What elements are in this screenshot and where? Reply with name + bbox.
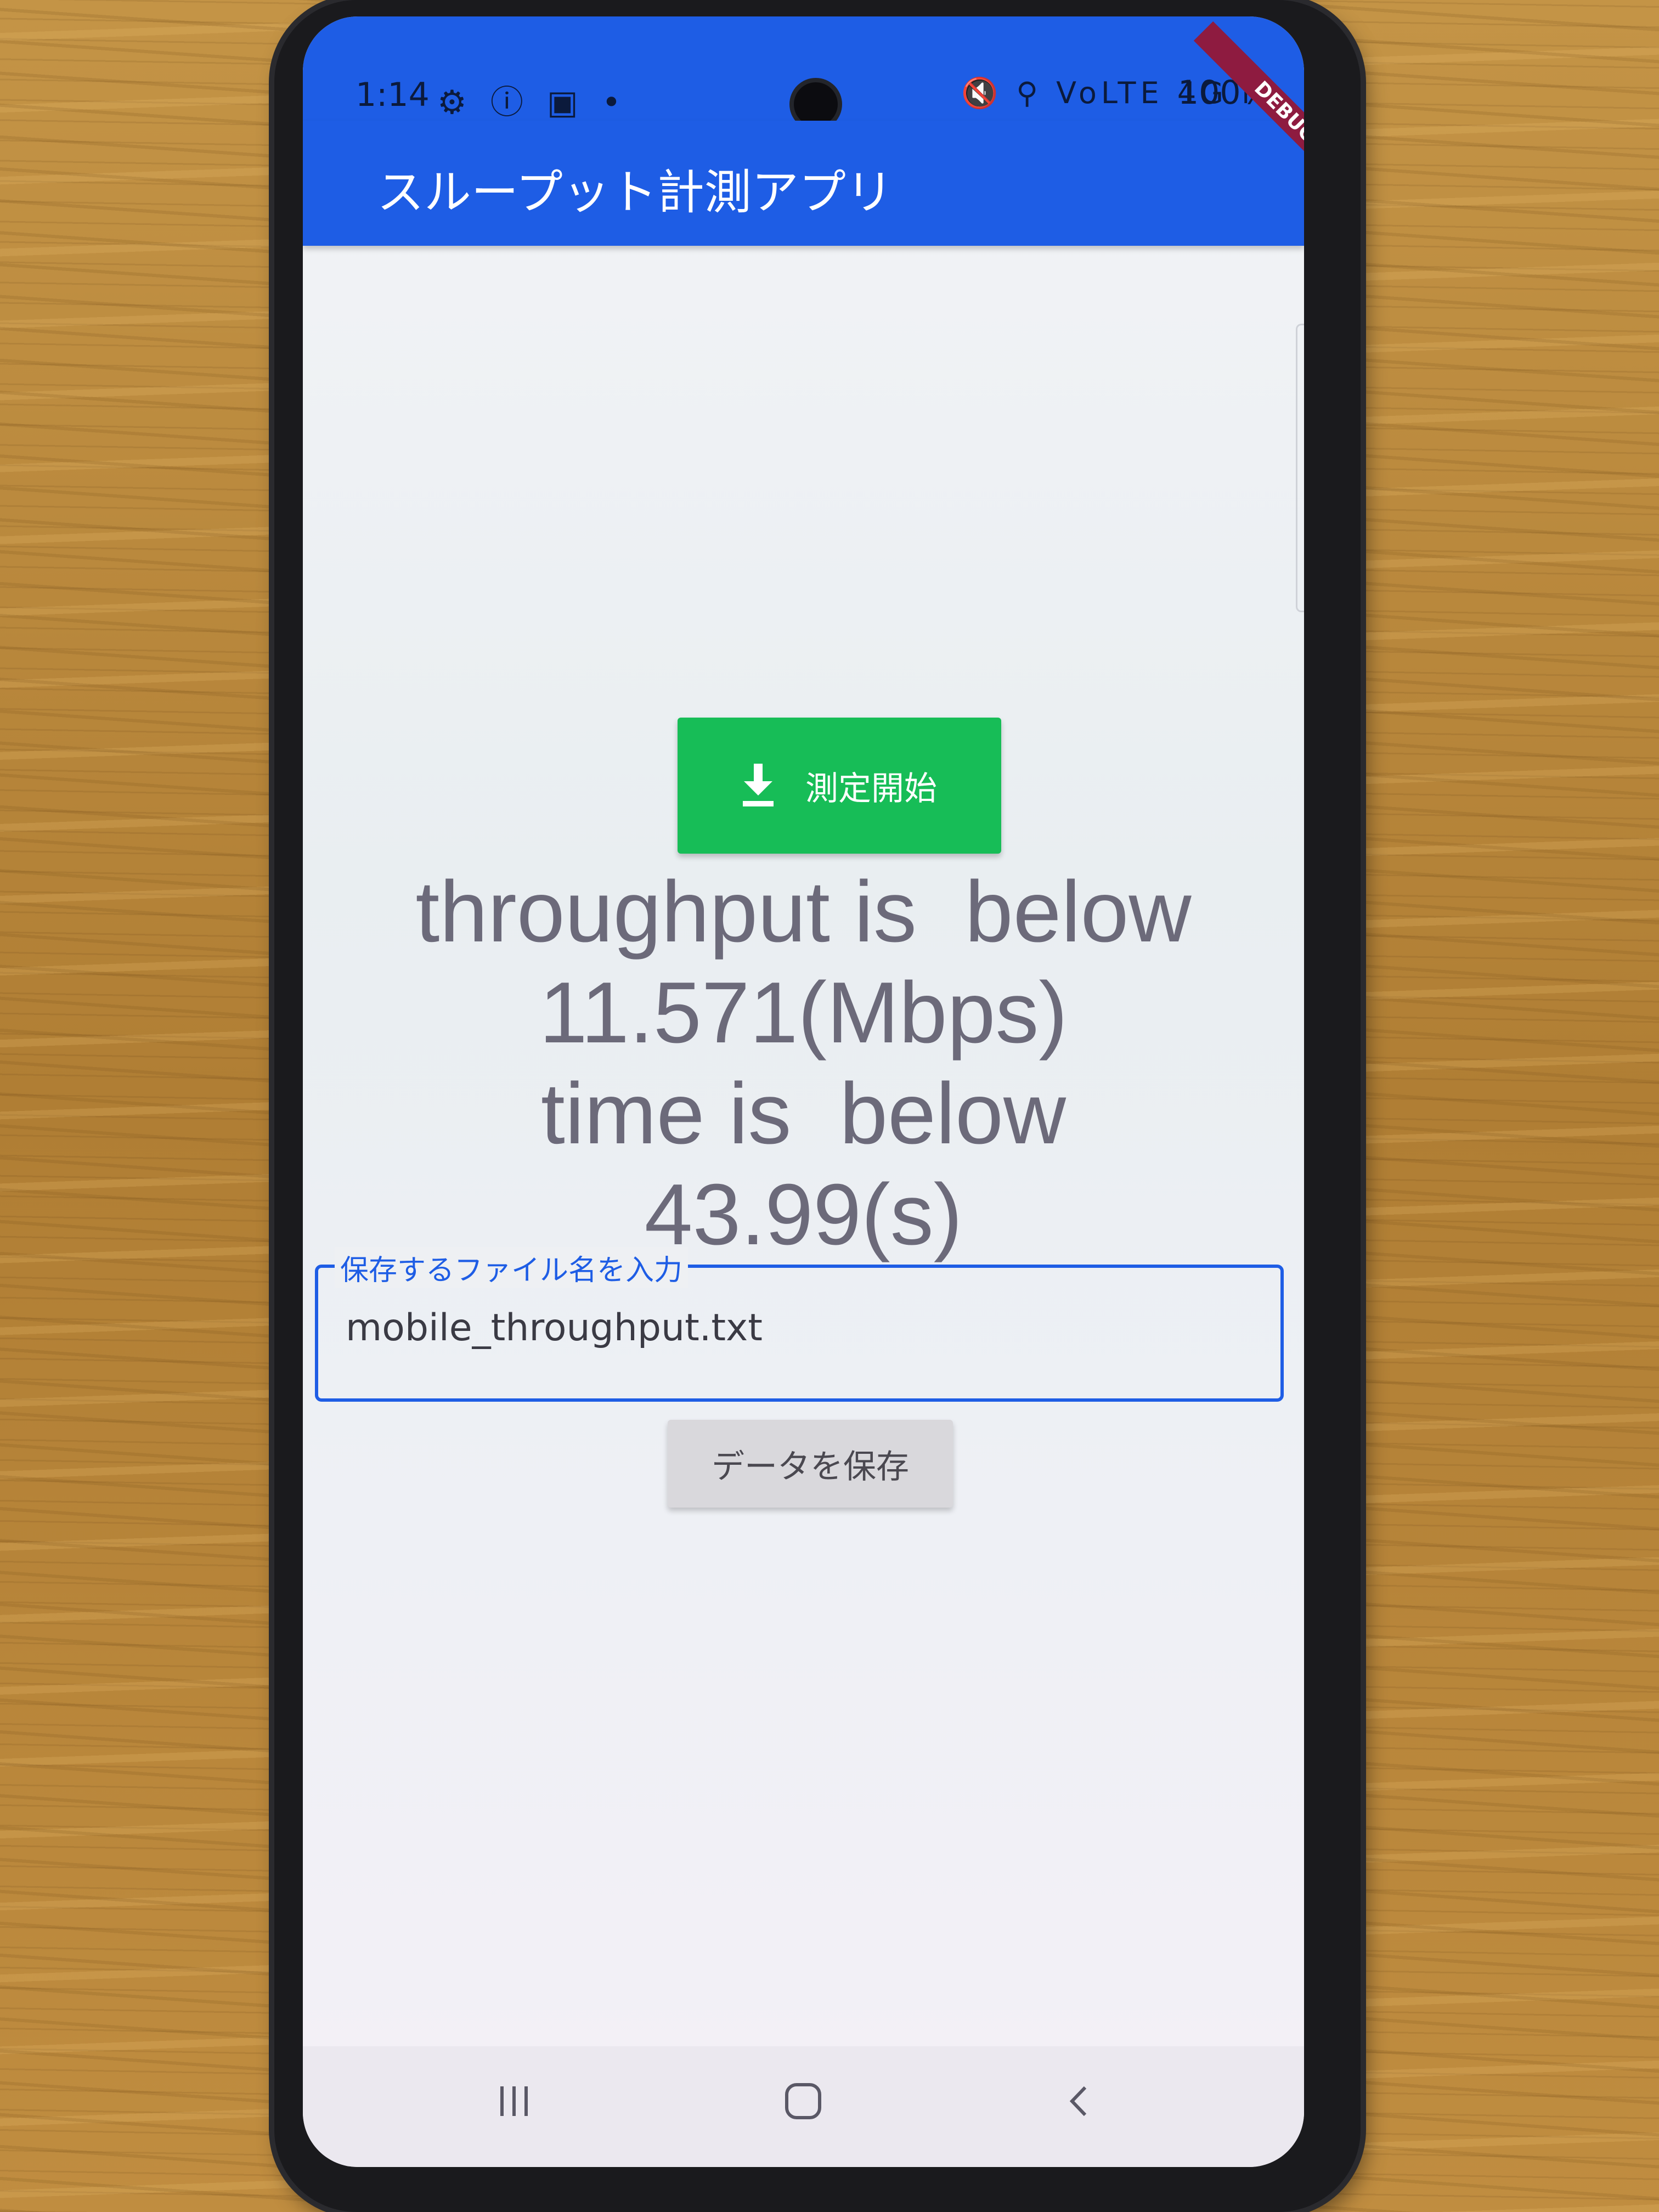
save-data-label: データを保存 <box>712 1447 909 1486</box>
status-notification-icons: ⚙ ⓘ ▣ • <box>437 83 628 122</box>
status-bar: 1:14 ⚙ ⓘ ▣ • 🔇 ⚲ VoLTE 4G ıl 100% <box>303 16 1304 126</box>
recents-button[interactable] <box>481 2068 547 2134</box>
navigation-bar <box>303 2046 1304 2167</box>
result-display: throughput is below 11.571(Mbps) time is… <box>303 861 1304 1265</box>
phone-frame: 1:14 ⚙ ⓘ ▣ • 🔇 ⚲ VoLTE 4G ıl 100% スループット… <box>274 0 1361 2212</box>
start-measurement-label: 測定開始 <box>805 769 937 808</box>
time-label: time is below <box>540 1065 1066 1162</box>
back-icon <box>1069 2086 1087 2117</box>
save-data-button[interactable]: データを保存 <box>668 1420 953 1508</box>
back-button[interactable] <box>1046 2068 1112 2134</box>
home-button[interactable] <box>770 2068 836 2134</box>
edge-panel-handle[interactable] <box>1296 324 1304 612</box>
app-bar: スループット計測アプリ <box>303 121 1304 246</box>
start-measurement-button[interactable]: 測定開始 <box>678 718 1001 854</box>
status-time: 1:14 <box>356 76 430 114</box>
filename-input-value[interactable]: mobile_throughput.txt <box>346 1306 763 1350</box>
throughput-value: 11.571(Mbps) <box>539 964 1068 1061</box>
phone-screen: 1:14 ⚙ ⓘ ▣ • 🔇 ⚲ VoLTE 4G ıl 100% スループット… <box>303 16 1304 2167</box>
filename-input[interactable]: 保存するファイル名を入力 mobile_throughput.txt <box>315 1247 1284 1402</box>
throughput-label: throughput is below <box>415 864 1192 960</box>
filename-input-label: 保存するファイル名を入力 <box>335 1247 689 1288</box>
download-icon <box>743 764 774 806</box>
recents-icon <box>500 2086 528 2116</box>
front-camera <box>794 82 838 126</box>
home-icon <box>785 2083 821 2119</box>
app-title: スループット計測アプリ <box>377 165 893 220</box>
